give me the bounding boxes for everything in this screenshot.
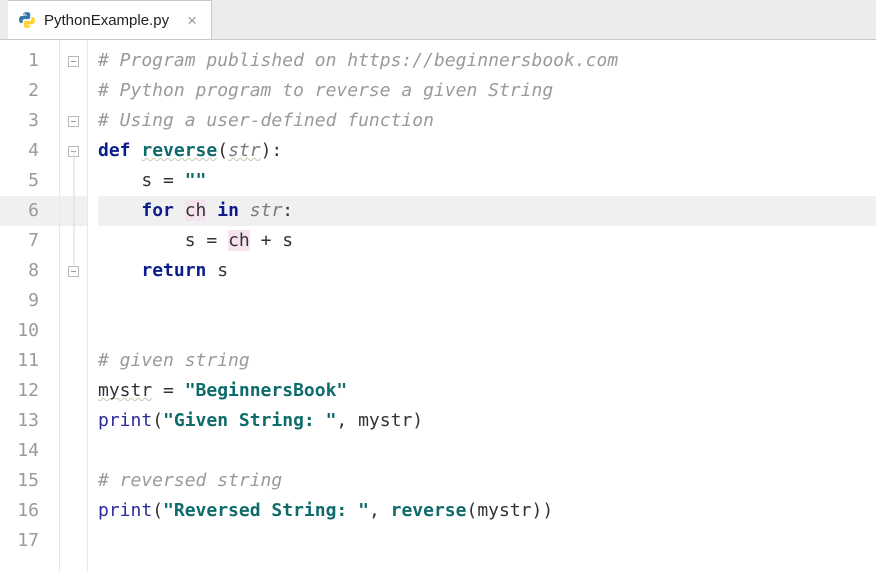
fold-gutter-row xyxy=(60,526,87,556)
code-line[interactable]: # given string xyxy=(98,346,876,376)
code-token: for xyxy=(141,200,184,221)
code-token: def xyxy=(98,140,141,161)
code-token: ( xyxy=(152,500,163,521)
fold-gutter-row xyxy=(60,346,87,376)
fold-gutter-row xyxy=(60,376,87,406)
code-token: # Python program to reverse a given Stri… xyxy=(98,80,553,101)
line-number: 9 xyxy=(0,286,59,316)
fold-close-icon[interactable] xyxy=(68,266,79,277)
editor-tab-bar: PythonExample.py × xyxy=(0,0,876,40)
code-token: str xyxy=(228,140,261,161)
code-token: # given string xyxy=(98,350,250,371)
code-area[interactable]: # Program published on https://beginners… xyxy=(88,40,876,572)
fold-gutter-row xyxy=(60,46,87,76)
code-token: "BeginnersBook" xyxy=(185,380,348,401)
code-token: return xyxy=(141,260,217,281)
tab-filename: PythonExample.py xyxy=(44,12,169,29)
line-number: 6 xyxy=(0,196,59,226)
code-token: s xyxy=(217,260,228,281)
line-number: 1 xyxy=(0,46,59,76)
file-tab[interactable]: PythonExample.py × xyxy=(8,0,212,39)
fold-gutter-row xyxy=(60,106,87,136)
code-line[interactable]: s = ch + s xyxy=(98,226,876,256)
line-number-gutter: 1234567891011121314151617 xyxy=(0,40,60,572)
line-number: 10 xyxy=(0,316,59,346)
code-token: ): xyxy=(261,140,283,161)
line-number: 2 xyxy=(0,76,59,106)
code-token: ch xyxy=(228,230,250,251)
code-line[interactable]: # Using a user-defined function xyxy=(98,106,876,136)
code-token: ( xyxy=(217,140,228,161)
code-line[interactable]: return s xyxy=(98,256,876,286)
code-token: reverse xyxy=(141,140,217,161)
fold-gutter-row xyxy=(60,496,87,526)
line-number: 7 xyxy=(0,226,59,256)
code-token: reverse xyxy=(391,500,467,521)
code-token: # Program published on https://beginners… xyxy=(98,50,618,71)
code-line[interactable] xyxy=(98,286,876,316)
line-number: 3 xyxy=(0,106,59,136)
code-token: = xyxy=(152,380,185,401)
line-number: 16 xyxy=(0,496,59,526)
code-token: (mystr)) xyxy=(466,500,553,521)
code-token: "Reversed String: " xyxy=(163,500,369,521)
line-number: 4 xyxy=(0,136,59,166)
fold-gutter-row xyxy=(60,436,87,466)
code-line[interactable]: # reversed string xyxy=(98,466,876,496)
code-token: print xyxy=(98,410,152,431)
code-token: s = xyxy=(141,170,184,191)
line-number: 14 xyxy=(0,436,59,466)
code-line[interactable]: print("Reversed String: ", reverse(mystr… xyxy=(98,496,876,526)
line-number: 17 xyxy=(0,526,59,556)
code-token: , xyxy=(369,500,391,521)
line-number: 11 xyxy=(0,346,59,376)
code-line[interactable]: for ch in str: xyxy=(98,196,876,226)
fold-gutter-row xyxy=(60,286,87,316)
close-tab-icon[interactable]: × xyxy=(187,12,197,29)
code-line[interactable] xyxy=(98,316,876,346)
code-line[interactable]: # Python program to reverse a given Stri… xyxy=(98,76,876,106)
line-number: 15 xyxy=(0,466,59,496)
fold-open-icon[interactable] xyxy=(68,56,79,67)
line-number: 8 xyxy=(0,256,59,286)
code-token: + s xyxy=(250,230,293,251)
code-token: mystr xyxy=(98,380,152,401)
code-token: s = xyxy=(185,230,228,251)
code-token: : xyxy=(282,200,293,221)
fold-open-icon[interactable] xyxy=(68,116,79,127)
code-line[interactable]: mystr = "BeginnersBook" xyxy=(98,376,876,406)
code-editor[interactable]: 1234567891011121314151617 # Program publ… xyxy=(0,40,876,572)
code-line[interactable]: def reverse(str): xyxy=(98,136,876,166)
code-line[interactable] xyxy=(98,436,876,466)
fold-gutter-row xyxy=(60,76,87,106)
code-token: ch xyxy=(185,200,207,221)
line-number: 13 xyxy=(0,406,59,436)
code-token: in xyxy=(206,200,249,221)
code-token: , mystr) xyxy=(336,410,423,431)
line-number: 5 xyxy=(0,166,59,196)
code-line[interactable]: # Program published on https://beginners… xyxy=(98,46,876,76)
code-token: # Using a user-defined function xyxy=(98,110,434,131)
code-token: print xyxy=(98,500,152,521)
code-token: str xyxy=(250,200,283,221)
code-line[interactable] xyxy=(98,526,876,556)
python-file-icon xyxy=(18,11,36,29)
fold-gutter xyxy=(60,40,88,572)
fold-gutter-row xyxy=(60,316,87,346)
code-line[interactable]: print("Given String: ", mystr) xyxy=(98,406,876,436)
fold-gutter-row xyxy=(60,406,87,436)
fold-gutter-row xyxy=(60,466,87,496)
code-token: "Given String: " xyxy=(163,410,336,431)
code-token: "" xyxy=(185,170,207,191)
code-token: # reversed string xyxy=(98,470,282,491)
code-token: ( xyxy=(152,410,163,431)
line-number: 12 xyxy=(0,376,59,406)
code-line[interactable]: s = "" xyxy=(98,166,876,196)
